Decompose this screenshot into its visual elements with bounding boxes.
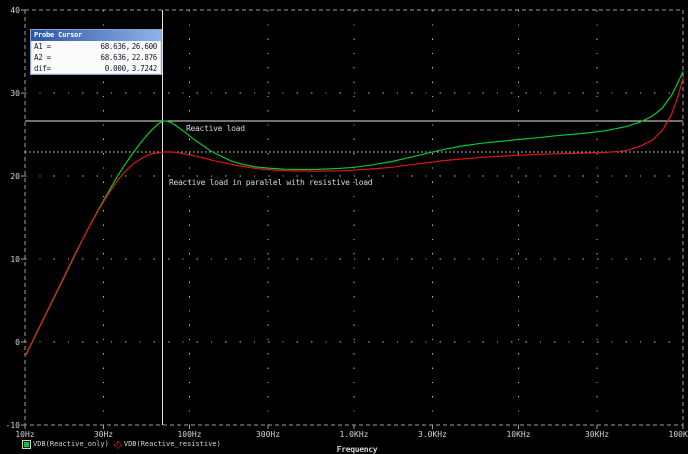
legend-item-reactive-resistive[interactable]: VDB(Reactive_resistive): [113, 440, 221, 449]
x-axis-tick-label: 3.0KHz: [410, 430, 454, 439]
y-axis-tick-label: 20: [0, 172, 20, 181]
cursor-row-a1: A1 = 68.636, 26.600: [31, 41, 161, 52]
cursor-a1-label: A1 =: [34, 41, 58, 52]
cursor-a2-label: A2 =: [34, 52, 58, 63]
x-axis-tick-label: 10KHz: [497, 430, 541, 439]
probe-plot-window: 403020100-1010Hz30Hz100Hz300Hz1.0KHz3.0K…: [0, 0, 688, 454]
x-axis-tick-label: 30KHz: [575, 430, 619, 439]
cursor-a1-x-value: 68.636,: [58, 41, 130, 52]
cursor-dif-y-value: 3.7242: [130, 63, 157, 74]
cursor-dif-label: dif=: [34, 63, 58, 74]
probe-cursor-titlebar[interactable]: Probe Cursor: [31, 30, 161, 41]
cursor-a2-x-value: 68.636,: [58, 52, 130, 63]
legend-label-reactive-only: VDB(Reactive_only): [33, 440, 109, 448]
y-axis-tick-label: -10: [0, 421, 20, 430]
cursor-a2-y-value: 22.876: [130, 52, 157, 63]
annotation-reactive-load: Reactive load: [186, 124, 245, 133]
trace-reactive-only[interactable]: [25, 71, 683, 357]
probe-cursor-window[interactable]: Probe Cursor A1 = 68.636, 26.600 A2 = 68…: [30, 29, 162, 75]
cursor-dif-x-value: 0.000,: [58, 63, 130, 74]
y-axis-tick-label: 10: [0, 255, 20, 264]
x-axis-tick-label: 100KHz: [661, 430, 688, 439]
x-axis-tick-label: 300Hz: [246, 430, 290, 439]
y-axis-tick-label: 30: [0, 89, 20, 98]
annotation-reactive-parallel-resistive: Reactive load in parallel with resistive…: [169, 178, 372, 187]
trace-legend: VDB(Reactive_only) VDB(Reactive_resistiv…: [22, 438, 221, 450]
x-axis-tick-label: 1.0KHz: [332, 430, 376, 439]
y-axis-tick-label: 40: [0, 6, 20, 15]
cursor-row-a2: A2 = 68.636, 22.876: [31, 52, 161, 63]
cursor-a1-y-value: 26.600: [130, 41, 157, 52]
cursor-row-dif: dif= 0.000, 3.7242: [31, 63, 161, 74]
y-axis-tick-label: 0: [0, 338, 20, 347]
legend-item-reactive-only[interactable]: VDB(Reactive_only): [22, 440, 109, 449]
x-axis-title: Frequency: [317, 445, 397, 454]
diamond-trace-marker-icon: [113, 440, 122, 449]
legend-label-reactive-resistive: VDB(Reactive_resistive): [124, 440, 221, 448]
square-trace-marker-icon: [22, 440, 31, 449]
trace-reactive-resistive[interactable]: [25, 78, 683, 356]
